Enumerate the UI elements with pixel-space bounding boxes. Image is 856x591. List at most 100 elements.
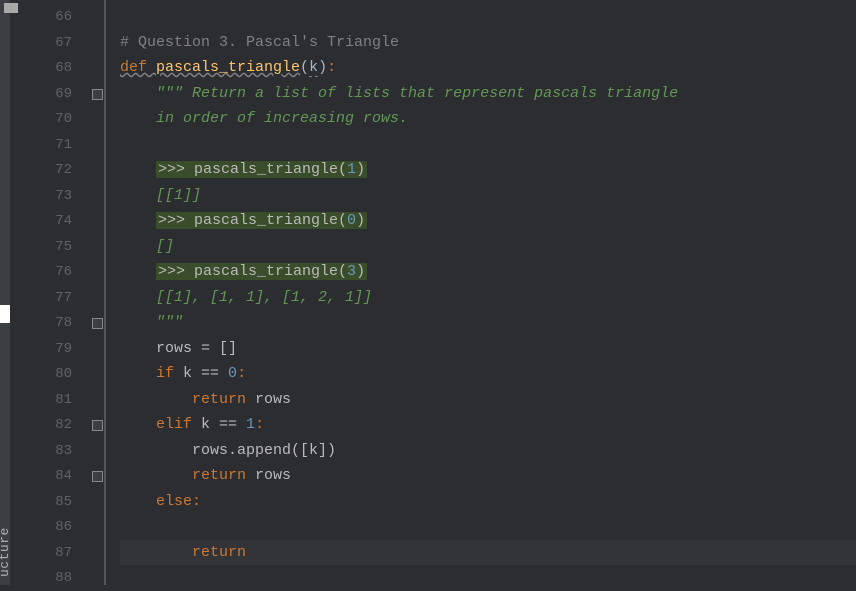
code-token: >>> pascals_triangle( xyxy=(158,263,347,280)
doctest-highlight: >>> pascals_triangle(3) xyxy=(156,263,367,280)
code-token: ) xyxy=(356,161,365,178)
structure-tool-label[interactable]: ucture xyxy=(0,527,12,577)
code-token: 1 xyxy=(347,161,356,178)
gutter-line-number[interactable]: 75 xyxy=(26,234,90,260)
code-line[interactable]: rows = [] xyxy=(120,336,856,362)
code-token: : xyxy=(192,493,201,510)
code-line[interactable]: else: xyxy=(120,489,856,515)
code-token: """ Return a list of lists that represen… xyxy=(156,85,678,102)
gutter-line-number[interactable]: 85 xyxy=(26,489,90,515)
gutter-line-number[interactable]: 77 xyxy=(26,285,90,311)
code-token: pascals_triangle xyxy=(156,59,300,76)
gutter-line-number[interactable]: 71 xyxy=(26,132,90,158)
code-line[interactable]: elif k == 1: xyxy=(120,412,856,438)
code-token: else xyxy=(156,493,192,510)
code-token: return xyxy=(192,467,255,484)
code-line[interactable]: >>> pascals_triangle(3) xyxy=(120,259,856,285)
code-token: in order of increasing rows. xyxy=(156,110,408,127)
code-token: 3 xyxy=(347,263,356,280)
gutter-line-number[interactable]: 76 xyxy=(26,259,90,285)
code-token: : xyxy=(327,59,336,76)
code-editor[interactable]: 6667686970717273747576777879808182838485… xyxy=(26,0,856,585)
gutter-line-number[interactable]: 82 xyxy=(26,412,90,438)
gutter-line-number[interactable]: 79 xyxy=(26,336,90,362)
code-token: if xyxy=(156,365,183,382)
code-token: rows xyxy=(255,467,291,484)
gutter-line-number[interactable]: 72 xyxy=(26,157,90,183)
doctest-highlight: >>> pascals_triangle(0) xyxy=(156,212,367,229)
code-token: [[1]] xyxy=(156,187,201,204)
code-line[interactable]: def pascals_triangle(k): xyxy=(120,55,856,81)
code-line[interactable]: [[1]] xyxy=(120,183,856,209)
code-token: rows xyxy=(255,391,291,408)
code-token: """ xyxy=(156,314,183,331)
gutter-line-number[interactable]: 84 xyxy=(26,463,90,489)
code-token: >>> pascals_triangle( xyxy=(158,212,347,229)
fold-guide-line xyxy=(104,0,106,585)
code-line[interactable]: if k == 0: xyxy=(120,361,856,387)
gutter-line-number[interactable]: 66 xyxy=(26,4,90,30)
fold-column[interactable] xyxy=(90,0,120,585)
doctest-highlight: >>> pascals_triangle(1) xyxy=(156,161,367,178)
code-line[interactable]: """ Return a list of lists that represen… xyxy=(120,81,856,107)
code-token: 1 xyxy=(246,416,255,433)
code-token: elif xyxy=(156,416,201,433)
tool-window-tab[interactable] xyxy=(0,305,10,323)
fold-marker-icon[interactable] xyxy=(92,471,103,482)
code-line[interactable]: return rows xyxy=(120,387,856,413)
code-token: return xyxy=(192,544,246,561)
code-line[interactable]: return xyxy=(120,540,856,566)
code-token: # Question 3. Pascal's Triangle xyxy=(120,34,399,51)
gutter-line-number[interactable]: 69 xyxy=(26,81,90,107)
code-line[interactable] xyxy=(120,4,856,30)
code-token: ) xyxy=(318,59,327,76)
gutter-line-number[interactable]: 88 xyxy=(26,565,90,591)
gutter-line-number[interactable]: 80 xyxy=(26,361,90,387)
code-line[interactable]: >>> pascals_triangle(1) xyxy=(120,157,856,183)
code-area[interactable]: # Question 3. Pascal's Triangle def pasca… xyxy=(120,0,856,585)
gutter-line-number[interactable]: 68 xyxy=(26,55,90,81)
fold-marker-icon[interactable] xyxy=(92,318,103,329)
code-line[interactable]: # Question 3. Pascal's Triangle xyxy=(120,30,856,56)
tool-window-bar[interactable] xyxy=(0,0,10,585)
gutter-line-number[interactable]: 73 xyxy=(26,183,90,209)
code-token: : xyxy=(237,365,246,382)
code-line[interactable]: """ xyxy=(120,310,856,336)
code-token: [] xyxy=(156,238,174,255)
code-token: def xyxy=(120,59,156,76)
fold-marker-icon[interactable] xyxy=(92,420,103,431)
code-token: return xyxy=(192,391,255,408)
code-line[interactable]: >>> pascals_triangle(0) xyxy=(120,208,856,234)
code-token: >>> pascals_triangle( xyxy=(158,161,347,178)
code-line[interactable] xyxy=(120,514,856,540)
code-token: ( xyxy=(300,59,309,76)
code-token: ) xyxy=(356,263,365,280)
code-line[interactable]: in order of increasing rows. xyxy=(120,106,856,132)
code-token: k xyxy=(309,59,318,77)
code-token: : xyxy=(255,416,264,433)
gutter-line-number[interactable]: 86 xyxy=(26,514,90,540)
gutter-line-number[interactable]: 83 xyxy=(26,438,90,464)
code-line[interactable]: rows.append([k]) xyxy=(120,438,856,464)
code-token: 0 xyxy=(347,212,356,229)
code-token: k == xyxy=(183,365,228,382)
gutter-line-number[interactable]: 70 xyxy=(26,106,90,132)
code-token: ) xyxy=(356,212,365,229)
gutter-line-number[interactable]: 74 xyxy=(26,208,90,234)
code-line[interactable]: [] xyxy=(120,234,856,260)
code-token: k == xyxy=(201,416,246,433)
code-token: rows.append([k]) xyxy=(192,442,336,459)
gutter-line-number[interactable]: 81 xyxy=(26,387,90,413)
code-line[interactable]: return rows xyxy=(120,463,856,489)
toolbar-icon[interactable] xyxy=(4,3,18,13)
gutter-line-number[interactable]: 78 xyxy=(26,310,90,336)
fold-marker-icon[interactable] xyxy=(92,89,103,100)
code-token: 0 xyxy=(228,365,237,382)
code-line[interactable]: [[1], [1, 1], [1, 2, 1]] xyxy=(120,285,856,311)
code-line[interactable] xyxy=(120,565,856,591)
code-line[interactable] xyxy=(120,132,856,158)
code-token: [[1], [1, 1], [1, 2, 1]] xyxy=(156,289,372,306)
gutter[interactable]: 6667686970717273747576777879808182838485… xyxy=(26,0,90,585)
gutter-line-number[interactable]: 67 xyxy=(26,30,90,56)
gutter-line-number[interactable]: 87 xyxy=(26,540,90,566)
